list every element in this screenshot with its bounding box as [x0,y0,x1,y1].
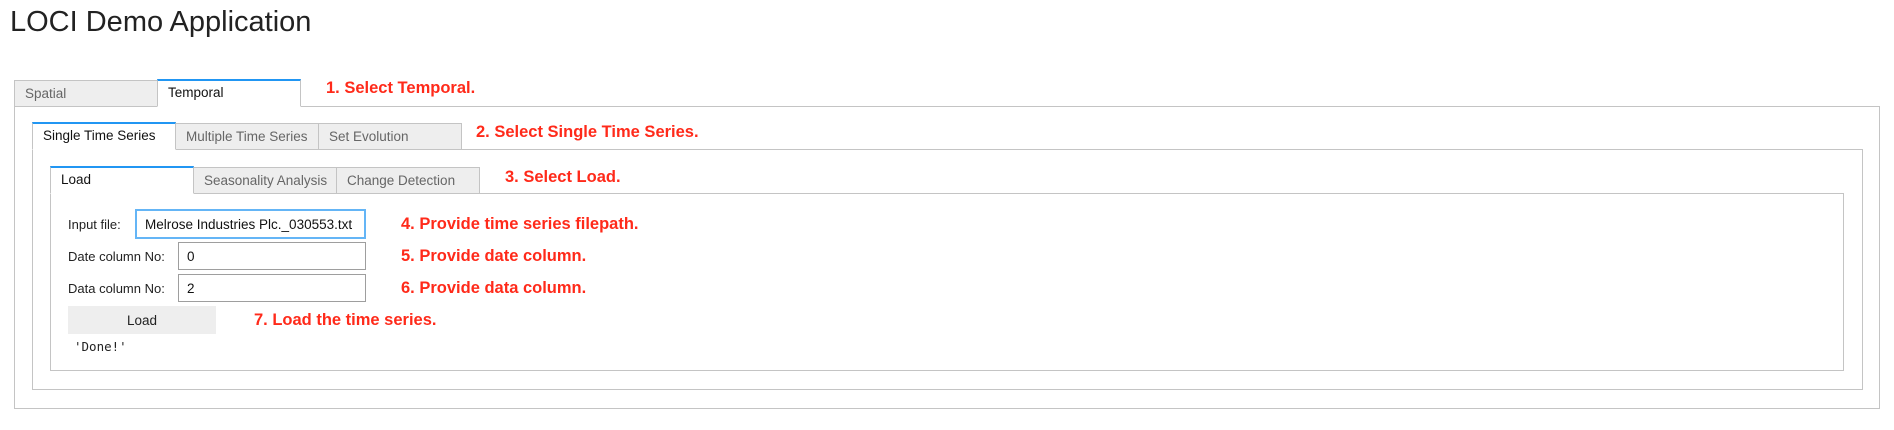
annotation-1: 1. Select Temporal. [326,79,476,97]
load-button[interactable]: Load [68,306,216,334]
tab-temporal[interactable]: Temporal [157,79,301,107]
tab-load[interactable]: Load [50,166,194,194]
annotation-3: 3. Select Load. [505,168,621,186]
input-file-field[interactable] [136,210,365,238]
tab-seasonality-analysis[interactable]: Seasonality Analysis [193,167,337,194]
tab-single-time-series[interactable]: Single Time Series [32,122,176,150]
annotation-4: 4. Provide time series filepath. [401,215,639,233]
tab-change-detection[interactable]: Change Detection [336,167,480,194]
data-column-field[interactable] [178,274,366,302]
annotation-7: 7. Load the time series. [254,311,437,329]
output-text: 'Done!' [74,339,127,354]
annotation-6: 6. Provide data column. [401,279,587,297]
annotation-5: 5. Provide date column. [401,247,587,265]
data-column-label: Data column No: [68,281,165,296]
date-column-label: Date column No: [68,249,165,264]
annotation-2: 2. Select Single Time Series. [476,123,699,141]
date-column-field[interactable] [178,242,366,270]
input-file-label: Input file: [68,217,121,232]
tab-set-evolution[interactable]: Set Evolution [318,123,462,150]
page-title: LOCI Demo Application [10,6,312,38]
tab-spatial[interactable]: Spatial [14,80,158,107]
tab-multiple-time-series[interactable]: Multiple Time Series [175,123,319,150]
